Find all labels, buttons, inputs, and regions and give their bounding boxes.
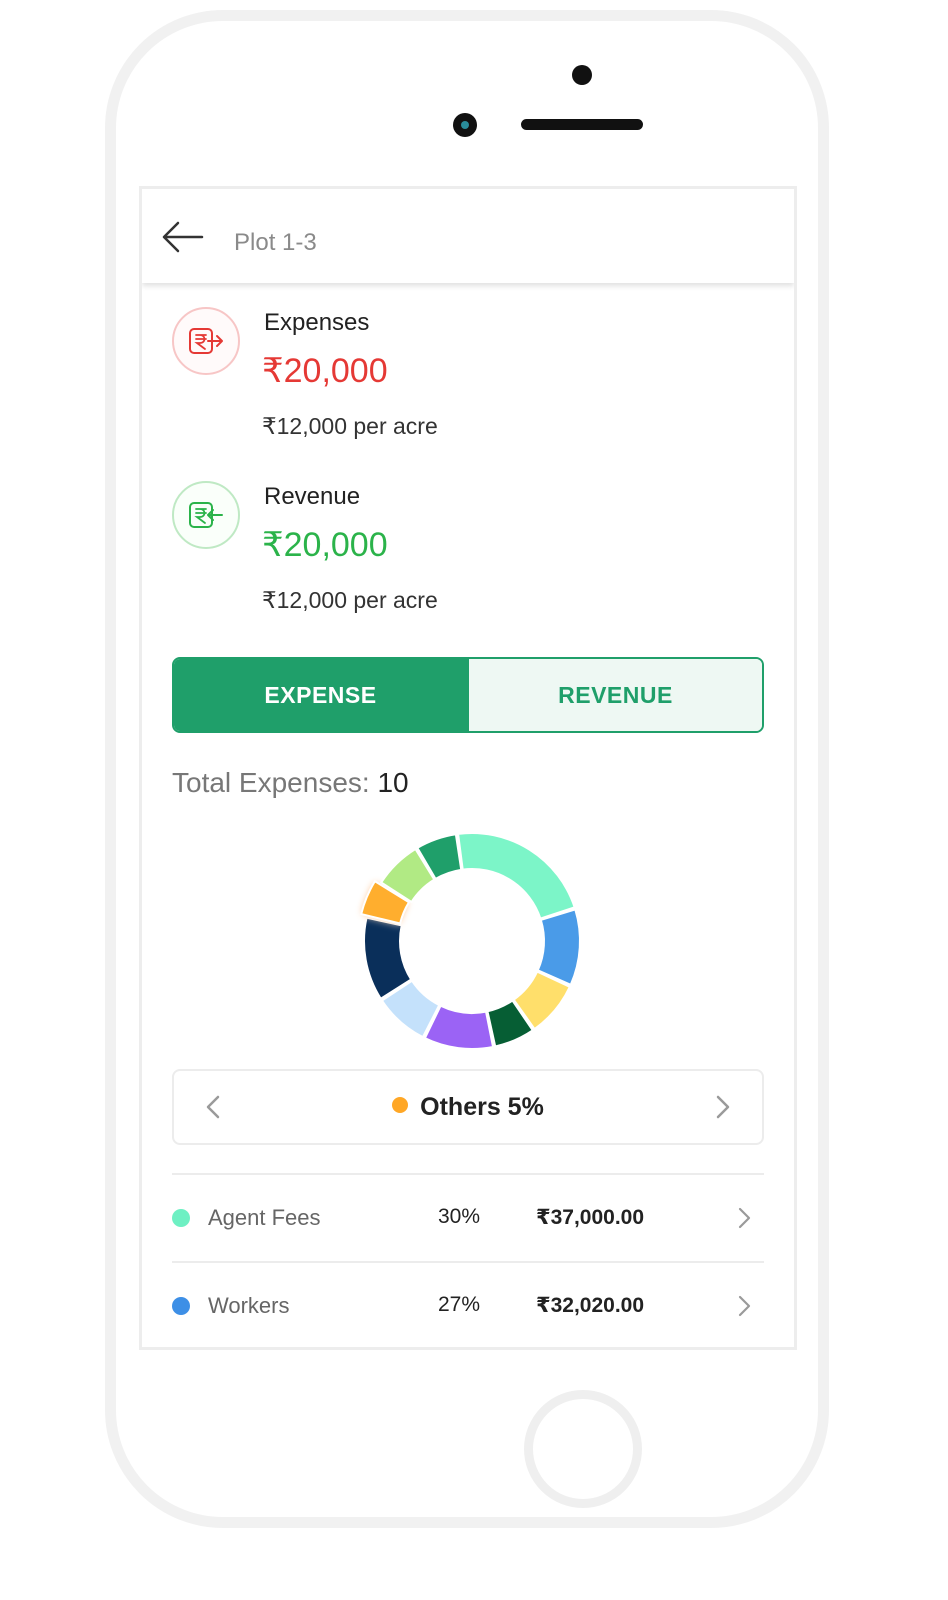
row-color-dot [172, 1209, 190, 1227]
tab-expense[interactable]: EXPENSE [174, 659, 467, 731]
divider [172, 1173, 764, 1175]
selected-category-label: Others 5% [420, 1093, 544, 1121]
revenue-amount: ₹20,000 [262, 526, 388, 564]
expenses-per-acre: ₹12,000 per acre [262, 413, 438, 439]
row-color-dot [172, 1297, 190, 1315]
row-amount: ₹37,000.00 [536, 1206, 645, 1229]
revenue-label: Revenue [264, 483, 361, 510]
revenue-summary: Revenue ₹20,000 ₹12,000 per acre [172, 481, 732, 641]
row-percent: 30% [438, 1205, 481, 1228]
row-amount: ₹32,020.00 [536, 1294, 645, 1317]
row-percent: 27% [438, 1293, 481, 1316]
expenses-summary: Expenses ₹20,000 ₹12,000 per acre [172, 307, 732, 467]
front-camera [453, 113, 477, 137]
rupee-out-icon [172, 307, 240, 375]
home-button[interactable] [524, 1390, 642, 1508]
chevron-right-icon[interactable] [732, 1291, 756, 1321]
earpiece-speaker [521, 119, 643, 130]
category-selector: Others 5% [172, 1069, 764, 1145]
total-expenses-label: Total Expenses: [172, 767, 370, 798]
page-title: Plot 1-3 [234, 229, 317, 256]
back-arrow-icon[interactable] [158, 219, 206, 255]
app-screen: Plot 1-3 Expenses ₹20,000 ₹12,000 per ac… [139, 186, 797, 1350]
total-expenses-count: 10 [377, 767, 409, 798]
app-bar: Plot 1-3 [142, 189, 794, 283]
list-item[interactable]: Workers 27% ₹32,020.00 [172, 1277, 764, 1337]
donut-segment-workers[interactable] [536, 908, 581, 987]
list-item[interactable]: Agent Fees 30% ₹37,000.00 [172, 1189, 764, 1249]
row-name: Agent Fees [208, 1205, 321, 1230]
revenue-per-acre: ₹12,000 per acre [262, 587, 438, 613]
donut-segment-agent-fees[interactable] [456, 832, 576, 920]
row-name: Workers [208, 1293, 290, 1318]
expense-revenue-toggle: EXPENSE REVENUE [172, 657, 764, 733]
expenses-donut-chart[interactable] [342, 811, 602, 1071]
chevron-right-icon[interactable] [732, 1203, 756, 1233]
divider [172, 1261, 764, 1263]
tab-revenue[interactable]: REVENUE [467, 659, 762, 731]
rupee-in-icon [172, 481, 240, 549]
chevron-right-icon[interactable] [704, 1089, 740, 1125]
expenses-amount: ₹20,000 [262, 352, 388, 390]
total-expenses: Total Expenses: 10 [172, 767, 409, 799]
expenses-label: Expenses [264, 309, 370, 336]
selected-category: Others 5% [174, 1093, 762, 1122]
selected-category-dot [392, 1097, 409, 1113]
sensor-dot [572, 65, 592, 85]
